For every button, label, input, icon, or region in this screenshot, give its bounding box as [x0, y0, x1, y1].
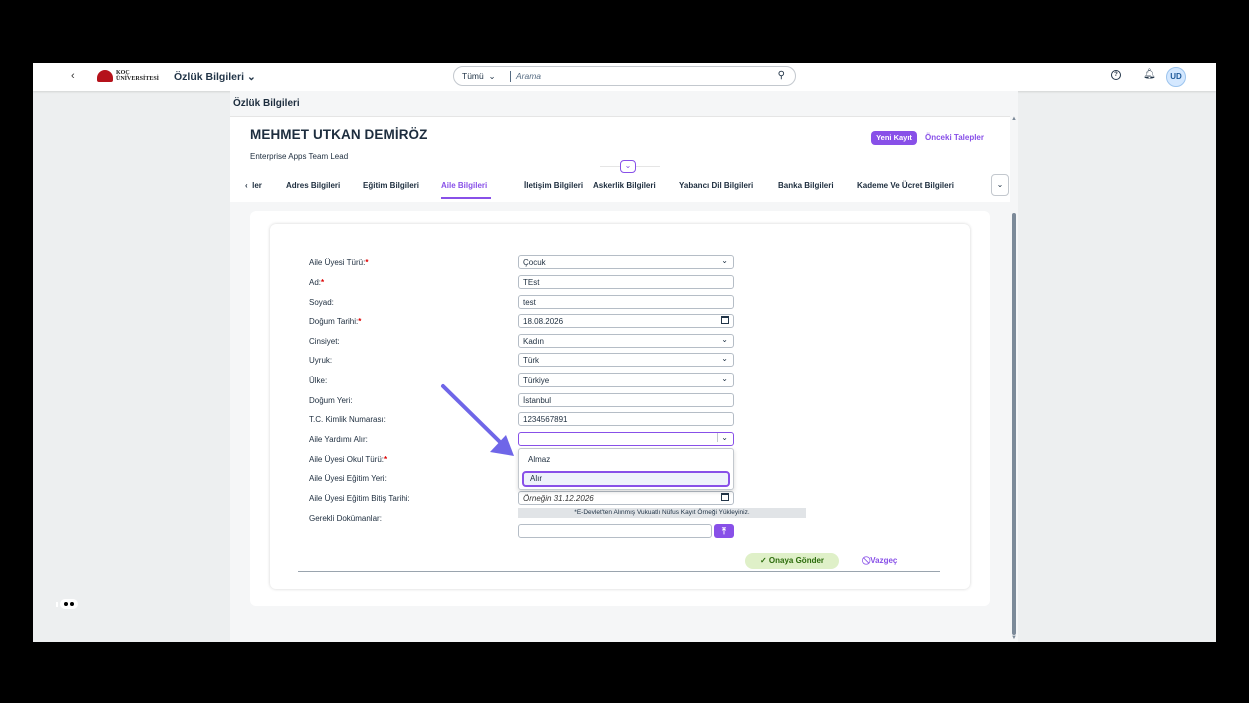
- annotation-arrow-icon: [441, 384, 514, 456]
